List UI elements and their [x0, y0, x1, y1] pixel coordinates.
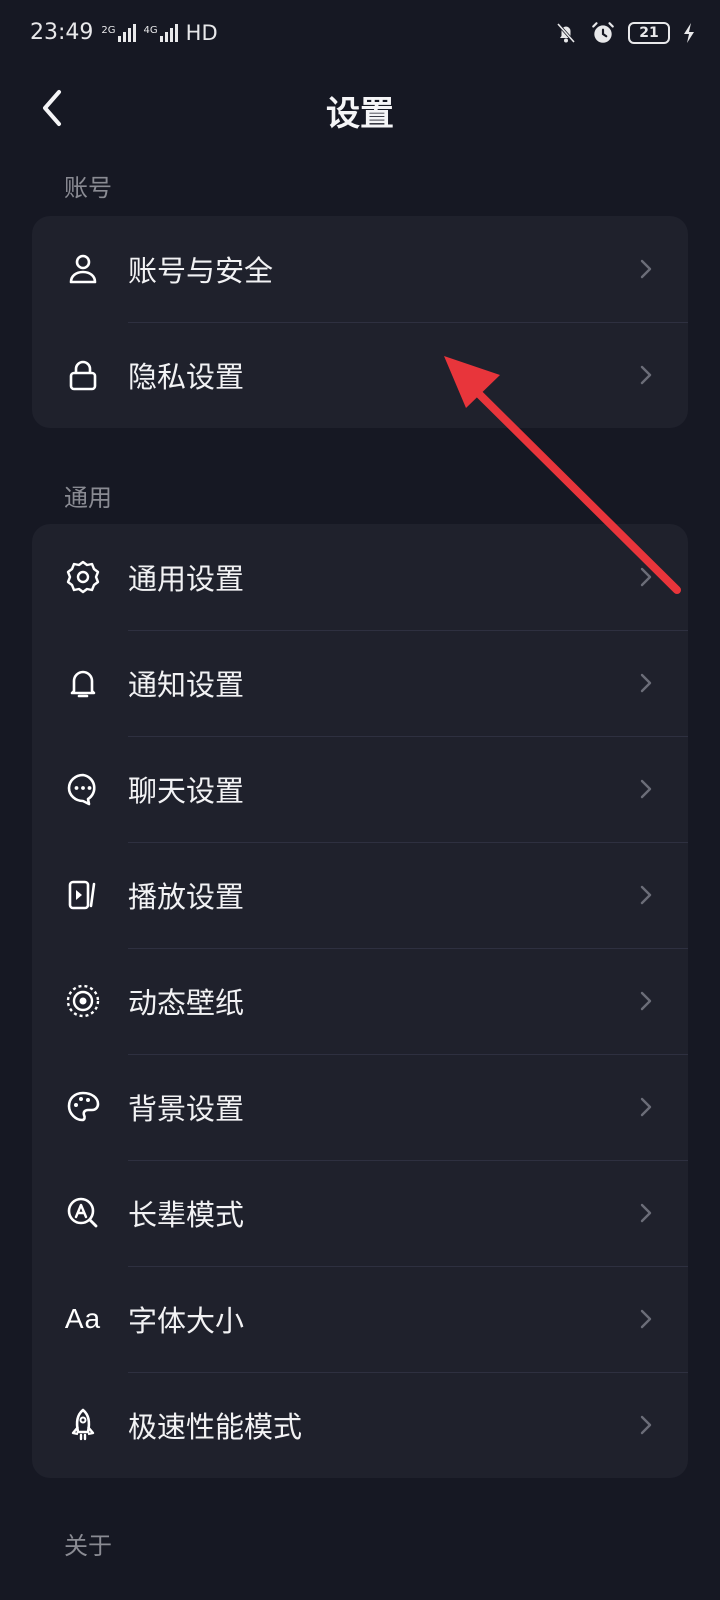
- user-icon: [64, 250, 102, 288]
- menu-item-privacy[interactable]: 隐私设置: [32, 322, 688, 428]
- status-left: 23:49 2G 4G HD: [30, 20, 218, 45]
- battery-icon: 21: [628, 22, 670, 44]
- chevron-right-icon: [640, 1203, 652, 1223]
- chevron-right-icon: [640, 365, 652, 385]
- section-label-account: 账号: [64, 174, 112, 202]
- menu-item-elder-mode[interactable]: 长辈模式: [32, 1160, 688, 1266]
- menu-item-label: 聊天设置: [128, 774, 245, 808]
- menu-item-chat-settings[interactable]: 聊天设置: [32, 736, 688, 842]
- charging-icon: [684, 23, 694, 43]
- account-card: 账号与安全 隐私设置: [32, 216, 688, 428]
- bell-icon: [64, 664, 102, 702]
- status-time: 23:49: [30, 20, 94, 45]
- net-2g-label: 2G: [101, 24, 116, 36]
- section-label-general: 通用: [64, 484, 112, 512]
- page-title: 设置: [326, 94, 394, 134]
- menu-item-live-wallpaper[interactable]: 动态壁纸: [32, 948, 688, 1054]
- live-wallpaper-icon: [64, 982, 102, 1020]
- menu-item-label: 长辈模式: [128, 1198, 245, 1232]
- hd-indicator: HD: [185, 20, 218, 45]
- lock-icon: [64, 356, 102, 394]
- play-icon: [64, 876, 102, 914]
- chevron-right-icon: [640, 991, 652, 1011]
- menu-item-label: 通用设置: [128, 562, 245, 596]
- nav-bar: 设置: [0, 72, 720, 144]
- general-card: 通用设置 通知设置 聊天设置 播放设置 动态壁纸 背景设置 长辈模式 Aa 字体…: [32, 524, 688, 1478]
- palette-icon: [64, 1088, 102, 1126]
- menu-item-label: 账号与安全: [128, 254, 274, 288]
- chevron-right-icon: [640, 1309, 652, 1329]
- menu-item-label: 通知设置: [128, 668, 245, 702]
- alarm-icon: [592, 22, 614, 43]
- menu-item-background-settings[interactable]: 背景设置: [32, 1054, 688, 1160]
- menu-item-label: 播放设置: [128, 880, 245, 914]
- elder-mode-icon: [64, 1194, 102, 1232]
- chevron-right-icon: [640, 259, 652, 279]
- menu-item-performance-mode[interactable]: 极速性能模式: [32, 1372, 688, 1478]
- menu-item-label: 动态壁纸: [128, 986, 245, 1020]
- chevron-right-icon: [640, 779, 652, 799]
- signal-2g-icon: 2G: [101, 23, 136, 42]
- menu-item-label: 极速性能模式: [128, 1410, 303, 1444]
- status-right: 21: [554, 20, 696, 46]
- font-size-icon: Aa: [64, 1303, 102, 1334]
- net-4g-label: 4G: [143, 24, 158, 36]
- mute-bell-icon: [556, 23, 576, 43]
- menu-item-account-security[interactable]: 账号与安全: [32, 216, 688, 322]
- chevron-right-icon: [640, 1097, 652, 1117]
- chevron-right-icon: [640, 885, 652, 905]
- menu-item-label: 隐私设置: [128, 360, 245, 394]
- signal-4g-icon: 4G: [143, 23, 178, 42]
- chevron-right-icon: [640, 1415, 652, 1435]
- status-bar: 23:49 2G 4G HD 21: [0, 0, 720, 72]
- battery-level: 21: [639, 25, 659, 41]
- chevron-right-icon: [640, 673, 652, 693]
- menu-item-font-size[interactable]: Aa 字体大小: [32, 1266, 688, 1372]
- menu-item-label: 字体大小: [128, 1304, 245, 1338]
- chevron-right-icon: [640, 567, 652, 587]
- menu-item-notification-settings[interactable]: 通知设置: [32, 630, 688, 736]
- section-label-about: 关于: [64, 1532, 112, 1560]
- rocket-icon: [64, 1406, 102, 1444]
- menu-item-general-settings[interactable]: 通用设置: [32, 524, 688, 630]
- gear-icon: [64, 558, 102, 596]
- menu-item-playback-settings[interactable]: 播放设置: [32, 842, 688, 948]
- chat-bubble-icon: [64, 770, 102, 808]
- menu-item-label: 背景设置: [128, 1092, 245, 1126]
